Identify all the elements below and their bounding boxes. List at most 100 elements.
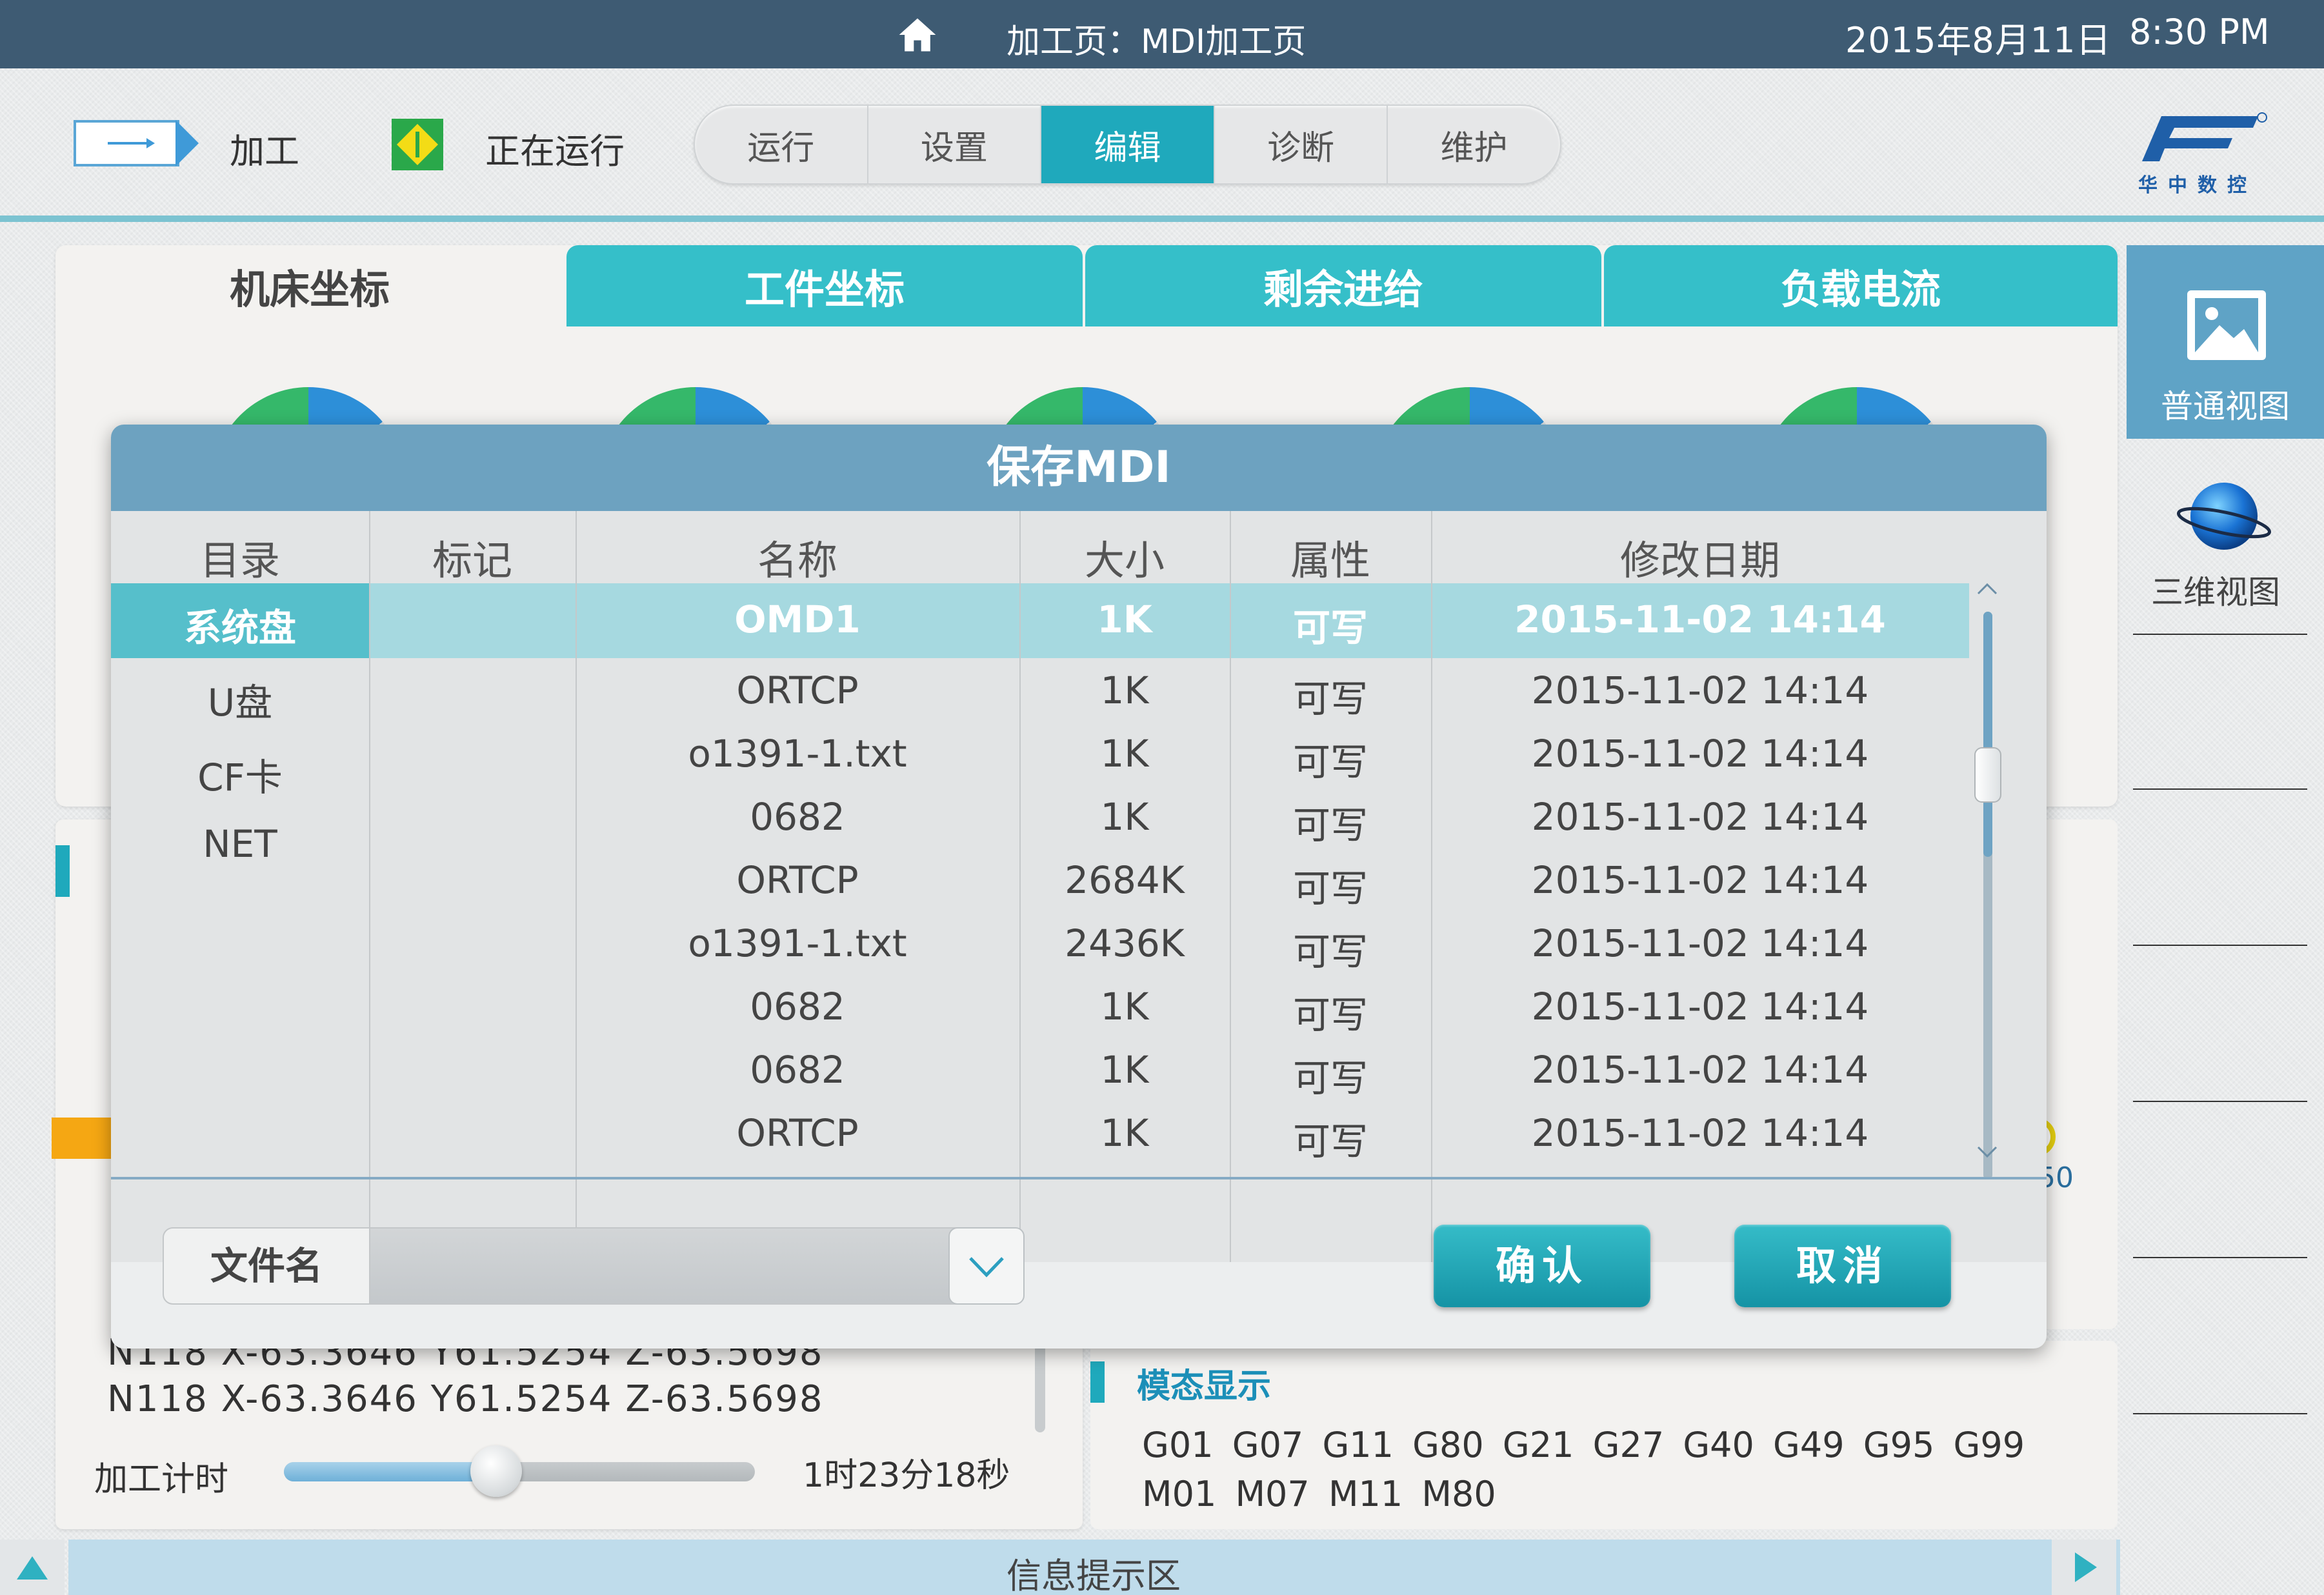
file-list-scrollbar-fill	[1983, 612, 1992, 857]
scroll-down-button[interactable]	[1970, 1136, 2004, 1169]
chevron-down-icon	[969, 1257, 1004, 1278]
image-icon	[2187, 290, 2266, 360]
file-size: 1K	[1100, 732, 1149, 776]
3d-view-label: 三维视图	[2151, 574, 2280, 611]
file-size: 1K	[1100, 1111, 1149, 1155]
file-modified-date: 2015-11-02 14:14	[1531, 1111, 1869, 1155]
file-attribute: 可写	[1292, 740, 1368, 784]
file-attribute: 可写	[1292, 1119, 1368, 1163]
column-header-directory[interactable]: 目录	[111, 528, 369, 586]
program-scrollbar[interactable]	[1035, 1336, 1045, 1432]
file-attribute: 可写	[1292, 803, 1368, 847]
file-name: ORTCP	[736, 1111, 859, 1155]
tab-load-current[interactable]: 负载电流	[1604, 245, 2118, 326]
modal-state-title: 模态显示	[1137, 1367, 1272, 1406]
file-modified-date: 2015-11-02 14:14	[1531, 795, 1869, 839]
side-divider	[2133, 788, 2307, 790]
file-attribute: 可写	[1292, 993, 1368, 1037]
run-state-label: 正在运行	[485, 131, 625, 172]
column-header-mark[interactable]: 标记	[369, 528, 576, 586]
normal-view-button[interactable]: 普通视图	[2127, 245, 2324, 439]
file-attribute: 可写	[1292, 606, 1368, 650]
file-modified-date: 2015-11-02 14:14	[1531, 732, 1869, 776]
file-modified-date: 2015-11-02 14:14	[1531, 668, 1869, 712]
home-icon[interactable]	[896, 13, 939, 57]
filename-input[interactable]	[372, 1229, 947, 1303]
tab-edit[interactable]: 编辑	[1041, 106, 1215, 183]
page-title: 加工页：MDI加工页	[1007, 23, 1307, 61]
side-divider	[2133, 1413, 2307, 1414]
title-bar: 加工页：MDI加工页 2015年8月11日 8:30 PM	[0, 0, 2324, 68]
running-status-icon	[392, 119, 443, 170]
panel-accent	[1090, 1361, 1105, 1403]
nc-code-line: N118 X-63.3646 Y61.5254 Z-63.5698	[107, 1378, 824, 1420]
cancel-button[interactable]: 取消	[1734, 1225, 1951, 1307]
file-name: ORTCP	[736, 858, 859, 902]
file-modified-date: 2015-11-02 14:14	[1531, 921, 1869, 965]
column-divider	[369, 511, 370, 1262]
column-header-size[interactable]: 大小	[1019, 528, 1230, 586]
m-code-states: M01 M07 M11 M80	[1142, 1474, 1496, 1514]
column-header-modified-date[interactable]: 修改日期	[1431, 528, 1969, 586]
footer-next-button[interactable]	[2052, 1540, 2116, 1595]
date-display: 2015年8月11日	[1845, 20, 2112, 61]
tab-remaining-feed[interactable]: 剩余进给	[1085, 245, 1601, 326]
panel-accent	[55, 845, 70, 897]
dir-item-system-disk[interactable]: 系统盘	[111, 597, 369, 652]
logo-mark	[2142, 112, 2267, 161]
file-size: 1K	[1097, 597, 1152, 641]
file-attribute: 可写	[1292, 867, 1368, 910]
g-code-states: G01 G07 G11 G80 G21 G27 G40 G49 G95 G99	[1142, 1425, 2025, 1465]
progress-slider-handle[interactable]	[470, 1445, 522, 1497]
dir-item-net[interactable]: NET	[111, 822, 369, 866]
scroll-up-button[interactable]	[1970, 572, 2004, 605]
side-divider	[2133, 634, 2307, 635]
tab-maintain[interactable]: 维护	[1388, 106, 1560, 183]
dir-item-cf-card[interactable]: CF卡	[111, 747, 369, 801]
3d-view-button[interactable]: 三维视图	[2127, 452, 2324, 619]
time-display: 8:30 PM	[2129, 12, 2270, 52]
file-size: 1K	[1100, 795, 1149, 839]
tab-workpiece-coordinates[interactable]: 工件坐标	[566, 245, 1083, 326]
tab-run[interactable]: 运行	[695, 106, 868, 183]
side-divider	[2133, 1257, 2307, 1258]
brand-logo: 华中数控	[2136, 110, 2271, 197]
dir-item-usb[interactable]: U盘	[111, 672, 369, 727]
file-size: 2684K	[1065, 858, 1185, 902]
filename-dropdown-button[interactable]	[948, 1227, 1025, 1305]
message-area: 信息提示区	[1007, 1556, 1181, 1595]
table-bottom-border	[111, 1177, 2047, 1179]
file-attribute: 可写	[1292, 677, 1368, 721]
file-name: 0682	[750, 795, 845, 839]
chevron-up-icon	[1977, 583, 1998, 595]
mode-label: 加工	[230, 131, 299, 172]
confirm-button[interactable]: 确认	[1434, 1225, 1650, 1307]
file-attribute: 可写	[1292, 930, 1368, 974]
tab-machine-coordinates[interactable]: 机床坐标	[55, 245, 564, 326]
file-modified-date: 2015-11-02 14:14	[1531, 1048, 1869, 1092]
column-header-attribute[interactable]: 属性	[1230, 528, 1431, 586]
save-mdi-dialog: 保存MDI 目录 标记 名称 大小 属性 修改日期 系统盘 U盘 CF卡 NET…	[111, 425, 2047, 1349]
timer-label: 加工计时	[94, 1460, 229, 1499]
file-size: 2436K	[1065, 921, 1185, 965]
mode-arrow-icon	[74, 120, 199, 166]
file-attribute: 可写	[1292, 1056, 1368, 1100]
column-header-name[interactable]: 名称	[576, 528, 1019, 586]
file-modified-date: 2015-11-02 14:14	[1531, 985, 1869, 1028]
file-name: o1391-1.txt	[688, 921, 907, 965]
file-list-scroll-thumb[interactable]	[1974, 747, 2001, 803]
file-name: OMD1	[734, 597, 861, 641]
file-size: 1K	[1100, 985, 1149, 1028]
tab-diagnose[interactable]: 诊断	[1215, 106, 1388, 183]
file-name: ORTCP	[736, 668, 859, 712]
file-size: 1K	[1100, 668, 1149, 712]
header-divider	[0, 216, 2324, 222]
globe-icon	[2176, 483, 2272, 550]
file-size: 1K	[1100, 1048, 1149, 1092]
chevron-down-icon	[1977, 1146, 1998, 1158]
file-name: 0682	[750, 985, 845, 1028]
side-divider	[2133, 945, 2307, 946]
tab-settings[interactable]: 设置	[868, 106, 1042, 183]
side-divider	[2133, 1101, 2307, 1102]
file-name: 0682	[750, 1048, 845, 1092]
